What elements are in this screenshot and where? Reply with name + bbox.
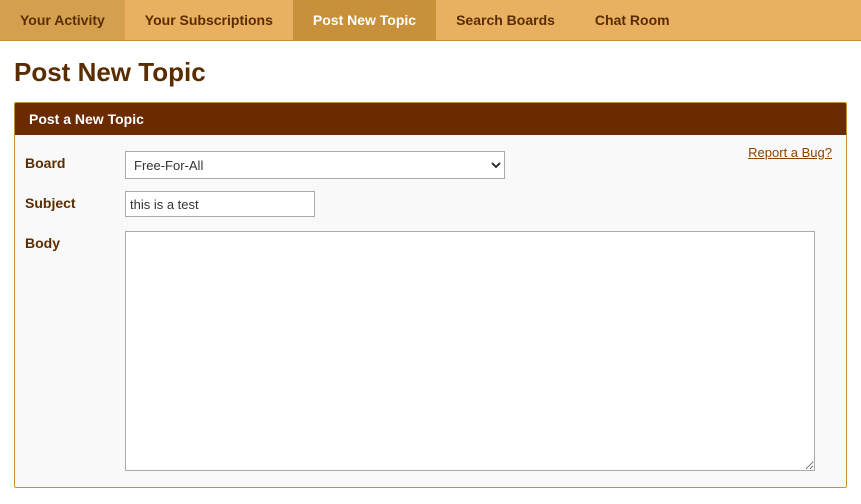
board-field: Free-For-All xyxy=(125,151,836,179)
nav-item-search-boards[interactable]: Search Boards xyxy=(436,0,575,40)
page-content: Post New Topic Post a New Topic Report a… xyxy=(0,41,861,504)
subject-input[interactable] xyxy=(125,191,315,217)
report-bug-link[interactable]: Report a Bug? xyxy=(748,145,832,160)
navigation-bar: Your Activity Your Subscriptions Post Ne… xyxy=(0,0,861,41)
card-header-label: Post a New Topic xyxy=(29,111,144,127)
card-body: Report a Bug? Board Free-For-All Subject xyxy=(15,135,846,487)
body-label: Body xyxy=(25,231,125,251)
subject-field xyxy=(125,191,836,217)
nav-item-your-subscriptions[interactable]: Your Subscriptions xyxy=(125,0,293,40)
board-select[interactable]: Free-For-All xyxy=(125,151,505,179)
body-row: Body xyxy=(15,223,846,477)
nav-item-post-new-topic[interactable]: Post New Topic xyxy=(293,0,436,40)
page-title: Post New Topic xyxy=(14,57,847,88)
body-field xyxy=(125,231,836,471)
body-textarea[interactable] xyxy=(125,231,815,471)
subject-row: Subject xyxy=(15,185,846,223)
subject-label: Subject xyxy=(25,191,125,211)
board-label: Board xyxy=(25,151,125,171)
nav-item-your-activity[interactable]: Your Activity xyxy=(0,0,125,40)
board-row: Board Free-For-All xyxy=(15,145,846,185)
card-header: Post a New Topic xyxy=(15,103,846,135)
post-new-topic-card: Post a New Topic Report a Bug? Board Fre… xyxy=(14,102,847,488)
nav-item-chat-room[interactable]: Chat Room xyxy=(575,0,690,40)
